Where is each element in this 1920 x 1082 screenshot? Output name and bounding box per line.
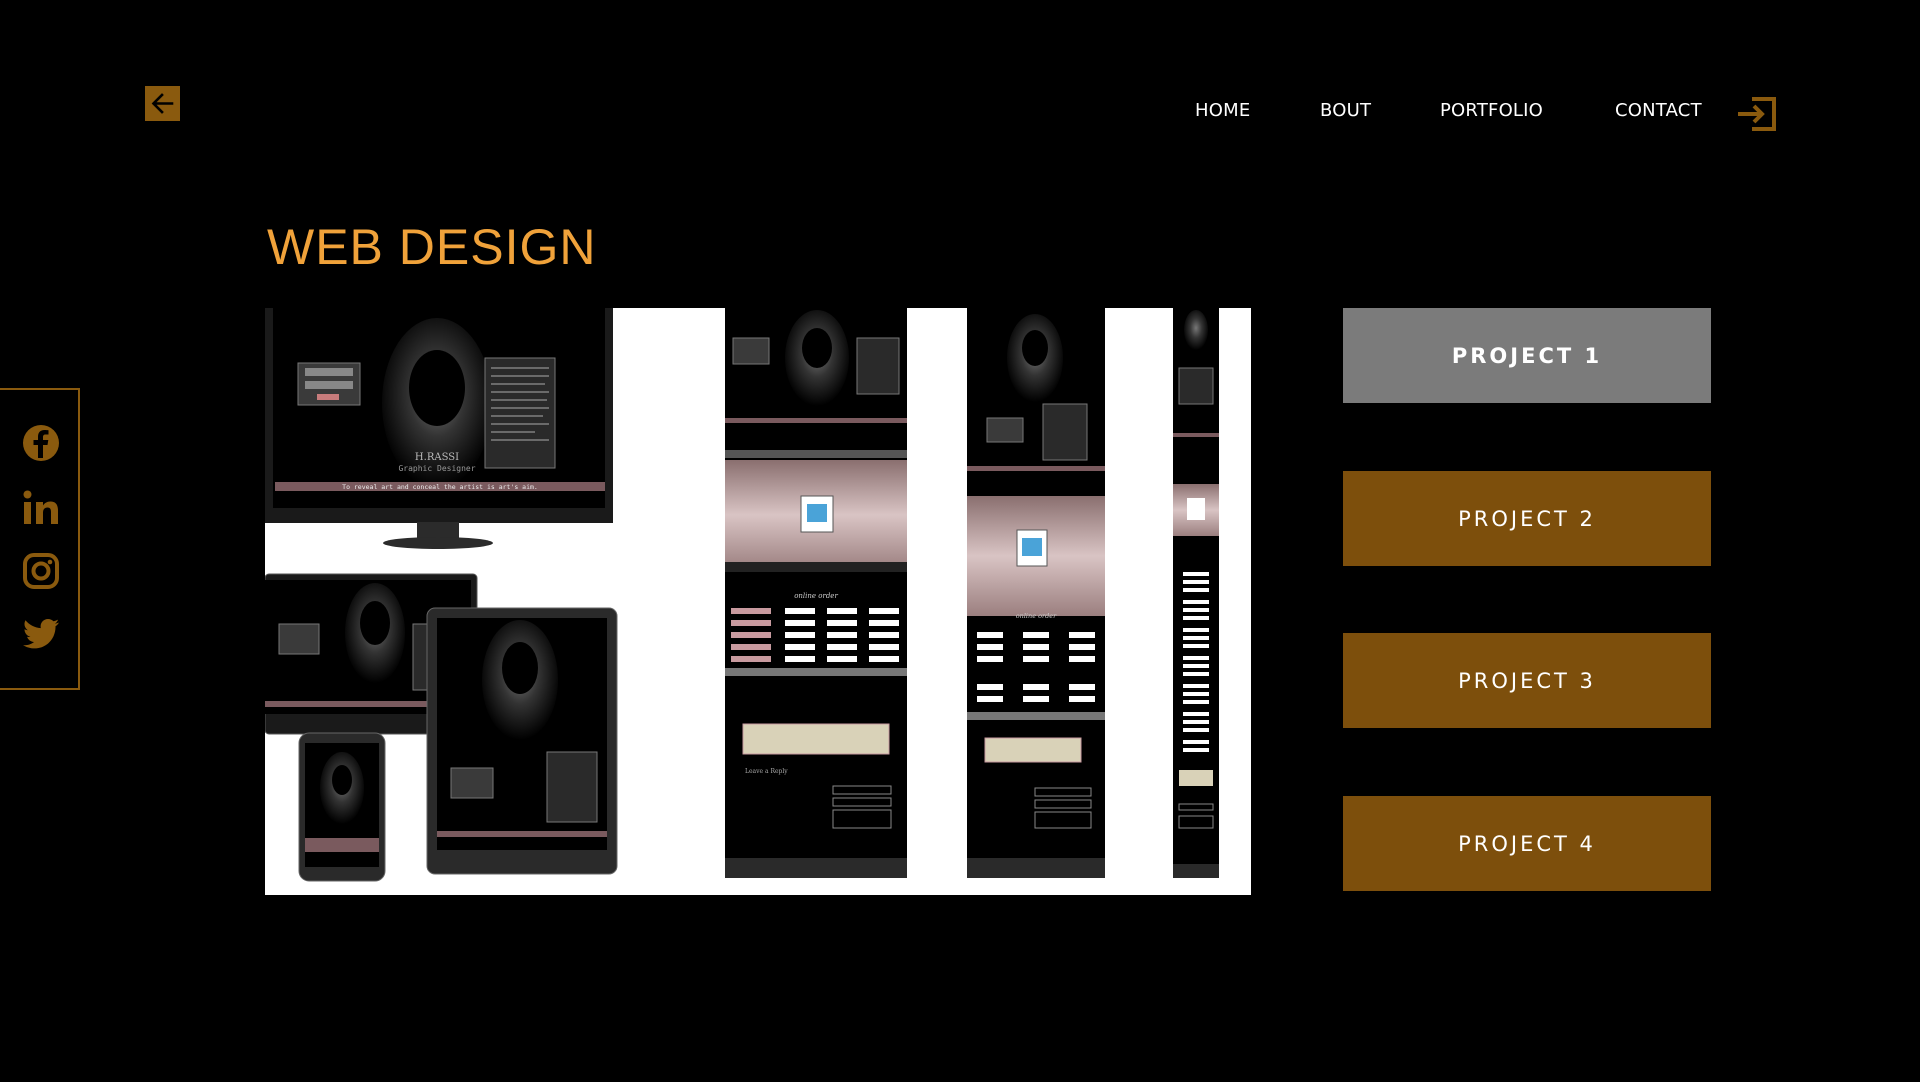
twitter-icon[interactable] [20, 613, 62, 655]
nav-portfolio[interactable]: PORTFOLIO [1440, 100, 1543, 121]
mockup-brand-name: H.RASSI [415, 452, 459, 463]
nav-contact[interactable]: CONTACT [1615, 100, 1702, 121]
back-button[interactable] [145, 86, 180, 121]
instagram-icon[interactable] [20, 550, 62, 592]
mockup-illustration: H.RASSI Graphic Designer To reveal art a… [265, 308, 1219, 882]
mockup-contact-heading-1: Leave a Reply [745, 768, 788, 775]
facebook-icon[interactable] [20, 422, 62, 464]
project-1-button[interactable]: PROJECT 1 [1343, 308, 1711, 403]
nav-home[interactable]: HOME [1195, 100, 1250, 121]
project-preview-image: H.RASSI Graphic Designer To reveal art a… [265, 308, 1251, 895]
mockup-brand-role: Graphic Designer [398, 464, 475, 473]
nav-about[interactable]: BOUT [1320, 100, 1371, 121]
mockup-tagline: To reveal art and conceal the artist is … [342, 483, 538, 491]
mockup-section-heading-2: online order [1016, 612, 1057, 620]
project-2-button[interactable]: PROJECT 2 [1343, 471, 1711, 566]
sign-in-icon[interactable] [1738, 97, 1776, 131]
arrow-left-icon [151, 93, 174, 114]
project-4-button[interactable]: PROJECT 4 [1343, 796, 1711, 891]
linkedin-icon[interactable] [20, 487, 62, 529]
mockup-section-heading-1: online order [794, 592, 838, 600]
page-title: WEB DESIGN [267, 219, 597, 275]
social-sidebar [0, 388, 80, 690]
project-3-button[interactable]: PROJECT 3 [1343, 633, 1711, 728]
